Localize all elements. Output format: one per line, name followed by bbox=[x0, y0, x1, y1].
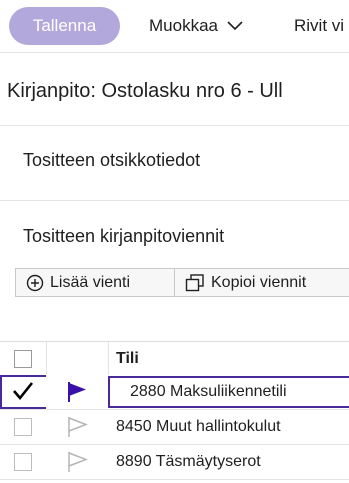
flag-filled-icon[interactable] bbox=[66, 381, 88, 403]
row-check-cell bbox=[0, 410, 46, 444]
section-entries-title: Tositteen kirjanpitoviennit bbox=[23, 226, 225, 246]
table-row[interactable]: 8890 Täsmäytyserot bbox=[0, 445, 349, 480]
row-flag-cell bbox=[46, 410, 108, 444]
entries-action-bar: Lisää vienti Kopioi viennit bbox=[15, 268, 349, 299]
account-cell[interactable]: 8890 Täsmäytyserot bbox=[108, 445, 349, 479]
account-column-header[interactable]: Tili bbox=[108, 342, 349, 375]
row-check-cell bbox=[0, 445, 46, 479]
edit-menu-button[interactable]: Muokkaa bbox=[149, 7, 243, 45]
add-entry-button[interactable]: Lisää vienti bbox=[15, 268, 175, 297]
section-header-title[interactable]: Tositteen otsikkotiedot bbox=[23, 150, 200, 171]
copy-entries-label: Kopioi viennit bbox=[211, 273, 307, 291]
flag-outline-icon[interactable] bbox=[66, 416, 88, 438]
row-flag-cell bbox=[46, 375, 108, 409]
page-title: Kirjanpito: Ostolasku nro 6 - Ull bbox=[7, 80, 283, 102]
row-check-cell bbox=[0, 375, 46, 409]
chevron-down-icon bbox=[227, 21, 243, 31]
save-button[interactable]: Tallenna bbox=[9, 7, 120, 45]
select-all-cell bbox=[0, 342, 46, 375]
edit-menu-label: Muokkaa bbox=[149, 16, 218, 35]
row-flag-cell bbox=[46, 445, 108, 479]
copy-icon bbox=[185, 273, 205, 292]
row-checkbox[interactable] bbox=[11, 381, 35, 403]
divider bbox=[0, 200, 349, 201]
rows-menu-button[interactable]: Rivit vi bbox=[294, 7, 344, 45]
add-entry-label: Lisää vienti bbox=[50, 273, 131, 291]
plus-circle-icon bbox=[26, 274, 44, 292]
account-cell[interactable]: 8450 Muut hallintokulut bbox=[108, 410, 349, 444]
rows-menu-label: Rivit vi bbox=[294, 16, 345, 35]
account-input[interactable]: 2880 Maksuliikennetili bbox=[108, 376, 349, 408]
table-row[interactable]: 2880 Maksuliikennetili bbox=[0, 375, 349, 410]
copy-entries-button[interactable]: Kopioi viennit bbox=[175, 268, 349, 297]
divider bbox=[0, 125, 349, 126]
checkmark-icon bbox=[13, 382, 34, 401]
flag-outline-icon[interactable] bbox=[66, 451, 88, 473]
row-checkbox[interactable] bbox=[14, 453, 32, 471]
grid-header: Tili bbox=[0, 341, 349, 376]
column-separator bbox=[46, 342, 47, 375]
table-row[interactable]: 8450 Muut hallintokulut bbox=[0, 410, 349, 445]
row-checkbox[interactable] bbox=[14, 418, 32, 436]
select-all-checkbox[interactable] bbox=[14, 349, 32, 368]
